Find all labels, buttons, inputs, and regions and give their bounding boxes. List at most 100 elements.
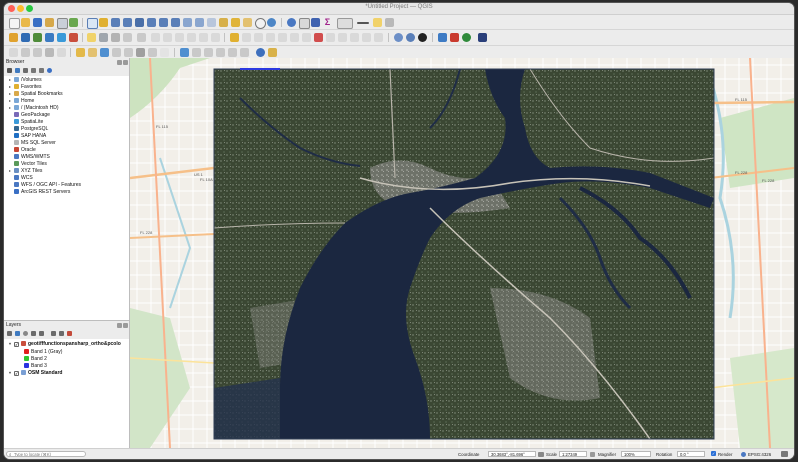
measure-line-icon[interactable] — [192, 48, 201, 57]
browser-item[interactable]: ▸/Volumes — [9, 77, 42, 83]
zoom-to-layer-icon[interactable] — [159, 18, 168, 27]
browser-item[interactable]: WCS — [9, 175, 33, 181]
select-by-value-icon[interactable] — [88, 48, 97, 57]
advanced-digitize-icon[interactable] — [33, 48, 42, 57]
layer-item[interactable]: ▾ ✓ OSM Standard — [9, 370, 62, 376]
attribute-table-icon[interactable] — [299, 18, 310, 29]
browser-item[interactable]: WFS / OGC API - Features — [9, 182, 81, 188]
new-project-icon[interactable] — [9, 18, 20, 29]
metasearch-icon[interactable] — [418, 33, 427, 42]
select-by-expression-icon[interactable] — [100, 48, 109, 57]
panel-close-icon[interactable] — [123, 60, 128, 65]
diagram-tool-icon[interactable] — [302, 33, 311, 42]
label-props-icon[interactable] — [326, 33, 335, 42]
locator-search[interactable]: ⌕ — [6, 451, 86, 457]
measure-angle-icon[interactable] — [216, 48, 225, 57]
manage-visibility-icon[interactable] — [23, 331, 28, 336]
browser-item[interactable]: ▸ XYZ Tiles — [9, 168, 42, 174]
browser-item[interactable]: SAP HANA — [9, 133, 46, 139]
temporal-controller-icon[interactable] — [219, 18, 228, 27]
browser-item[interactable]: ArcGIS REST Servers — [9, 189, 70, 195]
layers-panel-float-icon[interactable] — [117, 323, 122, 328]
select-features-icon[interactable] — [76, 48, 85, 57]
select-location-icon[interactable] — [112, 48, 121, 57]
cut-features-icon[interactable] — [163, 33, 172, 42]
move-label-icon[interactable] — [362, 33, 371, 42]
globe-icon[interactable] — [394, 33, 403, 42]
browser-item[interactable]: ▸ Spatial Bookmarks — [9, 91, 63, 97]
zoom-full-icon[interactable] — [135, 18, 144, 27]
add-selected-layers-icon[interactable] — [15, 68, 20, 73]
collapse-all-layers-icon[interactable] — [59, 331, 64, 336]
enable-properties-icon[interactable] — [39, 68, 44, 73]
browser-item[interactable]: Oracle — [9, 147, 36, 153]
extents-toggle-icon[interactable] — [538, 452, 544, 457]
label-move-icon[interactable] — [266, 33, 275, 42]
lock-scale-icon[interactable] — [590, 452, 595, 457]
pin-labels-icon[interactable] — [338, 33, 347, 42]
label-show-hide-icon[interactable] — [254, 33, 263, 42]
rotate-label-icon[interactable] — [374, 33, 383, 42]
field-calculator-icon[interactable] — [160, 48, 169, 57]
scale-field[interactable]: 1:27349 — [559, 451, 587, 457]
deselect-all-icon[interactable] — [124, 48, 133, 57]
add-feature-icon[interactable] — [123, 33, 132, 42]
copy-features-icon[interactable] — [175, 33, 184, 42]
clock-icon[interactable] — [255, 18, 266, 29]
browser-item[interactable]: ▸ Favorites — [9, 84, 42, 90]
shape-digitize-icon[interactable] — [45, 48, 54, 57]
browser-item[interactable]: Vector Tiles — [9, 161, 47, 167]
delete-selected-icon[interactable] — [151, 33, 160, 42]
label-pin-icon[interactable] — [242, 33, 251, 42]
text-annotation-icon[interactable] — [385, 18, 394, 27]
zoom-out-icon[interactable] — [123, 18, 132, 27]
zoom-last-icon[interactable] — [183, 18, 192, 27]
data-source-manager-icon[interactable] — [9, 33, 18, 42]
style-manager-icon[interactable] — [69, 18, 78, 27]
panel-float-icon[interactable] — [117, 60, 122, 65]
paste-features-icon[interactable] — [187, 33, 196, 42]
digitize-icon[interactable] — [99, 33, 108, 42]
spatial-query-icon[interactable] — [240, 48, 249, 57]
measure-icon[interactable] — [337, 18, 353, 29]
zoom-to-selection-icon[interactable] — [147, 18, 156, 27]
digitizing-tool-icon[interactable] — [9, 48, 18, 57]
invert-selection-icon[interactable] — [148, 48, 157, 57]
expand-all-icon[interactable] — [51, 331, 56, 336]
save-edits-icon[interactable] — [111, 33, 120, 42]
map-canvas[interactable]: FL 115 FL 115 US 1 FL 10A FL 228 FL 228 … — [130, 58, 794, 448]
add-group-icon[interactable] — [15, 331, 20, 336]
filter-browser-icon[interactable] — [23, 68, 28, 73]
add-raster-layer-icon[interactable] — [33, 33, 42, 42]
browser-item[interactable]: ▸ / (Macintosh HD) — [9, 105, 59, 111]
print-layout-icon[interactable] — [57, 18, 68, 29]
label-tool-icon[interactable] — [230, 33, 239, 42]
add-delimited-text-icon[interactable] — [69, 33, 78, 42]
zoom-to-feature-icon[interactable] — [180, 48, 189, 57]
label-change-icon[interactable] — [290, 33, 299, 42]
new-bookmark-icon[interactable] — [231, 18, 240, 27]
browser-item[interactable]: SpatiaLite — [9, 119, 43, 125]
magnifier-field[interactable]: 100% — [621, 451, 651, 457]
plugin-icon[interactable] — [450, 33, 459, 42]
browser-item[interactable]: MS SQL Server — [9, 140, 56, 146]
layer-styling-icon[interactable] — [7, 331, 12, 336]
zoom-native-icon[interactable] — [171, 18, 180, 27]
browser-item[interactable]: ▸ Home — [9, 98, 34, 104]
filter-by-expression-icon[interactable] — [39, 331, 44, 336]
filter-icon[interactable] — [136, 48, 145, 57]
refresh-browser-icon[interactable] — [7, 68, 12, 73]
filter-legend-icon[interactable] — [31, 331, 36, 336]
save-project-icon[interactable] — [33, 18, 42, 27]
add-spatialite-layer-icon[interactable] — [57, 33, 66, 42]
open-project-icon[interactable] — [21, 18, 30, 27]
vertex-tool-icon[interactable] — [137, 33, 146, 42]
zoom-next-icon[interactable] — [195, 18, 204, 27]
rotation-field[interactable]: 0.0 ° — [677, 451, 705, 457]
browser-item[interactable]: PostgreSQL — [9, 126, 48, 132]
settings-gear-icon[interactable] — [311, 18, 320, 27]
line-tool-icon[interactable] — [357, 22, 369, 24]
crs-button[interactable]: EPSG:4326 — [748, 452, 771, 457]
layer-item[interactable]: ▾ ✓ geotifffunctionspansharp_ortho&pcolo — [9, 341, 121, 347]
layer-visibility-checkbox[interactable]: ✓ — [14, 342, 19, 347]
